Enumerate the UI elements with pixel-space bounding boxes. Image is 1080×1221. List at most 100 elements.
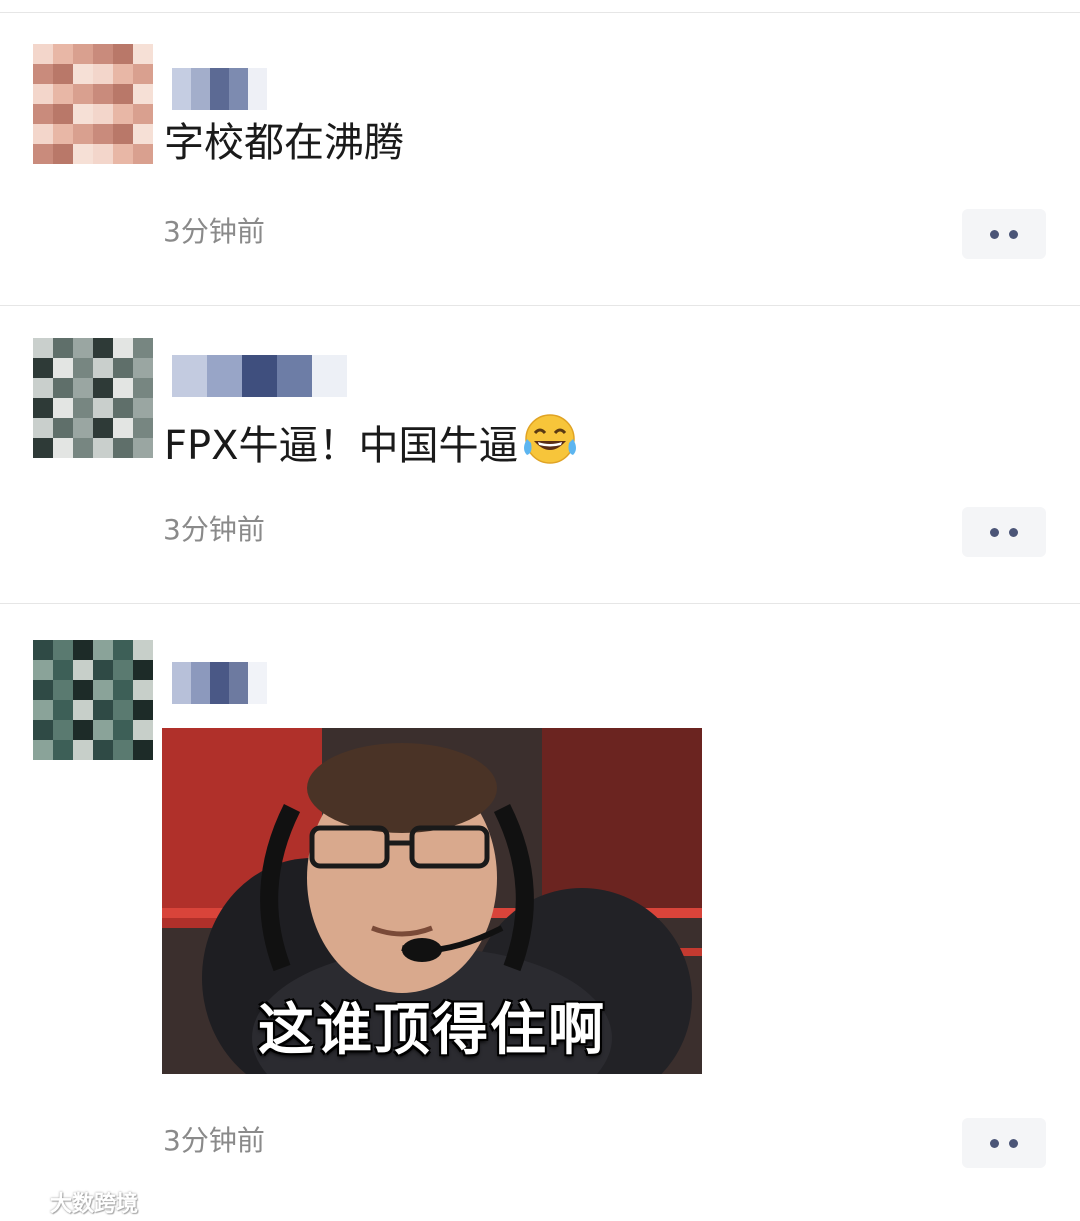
mosaic-cell xyxy=(93,418,113,438)
mosaic-cell xyxy=(93,144,113,164)
dot-icon xyxy=(990,527,999,537)
mosaic-cell xyxy=(210,89,229,110)
more-options-button[interactable] xyxy=(962,507,1046,557)
mosaic-cell xyxy=(133,64,153,84)
mosaic-cell xyxy=(277,376,312,397)
mosaic-cell xyxy=(73,438,93,458)
mosaic-cell xyxy=(172,683,191,704)
mosaic-cell xyxy=(113,144,133,164)
mosaic-cell xyxy=(53,418,73,438)
mosaic-cell xyxy=(207,376,242,397)
username-blurred[interactable] xyxy=(172,355,347,397)
mosaic-cell xyxy=(53,338,73,358)
mosaic-cell xyxy=(248,89,267,110)
mosaic-cell xyxy=(133,358,153,378)
mosaic-cell xyxy=(133,418,153,438)
mosaic-cell xyxy=(133,104,153,124)
more-options-button[interactable] xyxy=(962,209,1046,259)
mosaic-cell xyxy=(73,398,93,418)
mosaic-cell xyxy=(33,700,53,720)
mosaic-cell xyxy=(229,89,248,110)
mosaic-cell xyxy=(73,660,93,680)
meme-image[interactable]: 这谁顶得住啊 xyxy=(162,728,702,1074)
mosaic-cell xyxy=(33,64,53,84)
mosaic-cell xyxy=(53,64,73,84)
mosaic-cell xyxy=(133,640,153,660)
comment-text: FPX牛逼！中国牛逼 xyxy=(164,413,579,477)
mosaic-cell xyxy=(113,680,133,700)
mosaic-cell xyxy=(133,700,153,720)
mosaic-cell xyxy=(33,660,53,680)
mosaic-cell xyxy=(172,662,191,683)
mosaic-cell xyxy=(113,378,133,398)
mosaic-cell xyxy=(73,720,93,740)
mosaic-cell xyxy=(248,68,267,89)
mosaic-cell xyxy=(53,740,73,760)
mosaic-cell xyxy=(133,680,153,700)
mosaic-cell xyxy=(33,358,53,378)
mosaic-cell xyxy=(113,720,133,740)
comment-text: 字校都在沸腾 xyxy=(164,120,404,166)
mosaic-cell xyxy=(133,44,153,64)
mosaic-cell xyxy=(73,338,93,358)
divider xyxy=(0,12,1080,13)
mosaic-cell xyxy=(53,358,73,378)
mosaic-cell xyxy=(33,640,53,660)
timestamp: 3分钟前 xyxy=(163,1124,265,1157)
timestamp: 3分钟前 xyxy=(163,215,265,248)
mosaic-cell xyxy=(312,376,347,397)
more-options-button[interactable] xyxy=(962,1118,1046,1168)
mosaic-cell xyxy=(229,68,248,89)
mosaic-cell xyxy=(73,44,93,64)
mosaic-cell xyxy=(93,720,113,740)
avatar[interactable] xyxy=(33,338,153,458)
mosaic-cell xyxy=(53,640,73,660)
mosaic-cell xyxy=(53,144,73,164)
mosaic-cell xyxy=(33,398,53,418)
username-blurred[interactable] xyxy=(172,68,267,110)
mosaic-cell xyxy=(33,144,53,164)
mosaic-cell xyxy=(191,662,210,683)
mosaic-cell xyxy=(33,338,53,358)
mosaic-cell xyxy=(133,740,153,760)
mosaic-cell xyxy=(53,398,73,418)
avatar[interactable] xyxy=(33,640,153,760)
watermark-logo-icon xyxy=(10,1187,46,1217)
mosaic-cell xyxy=(113,104,133,124)
mosaic-cell xyxy=(312,355,347,376)
mosaic-cell xyxy=(172,355,207,376)
mosaic-cell xyxy=(33,104,53,124)
mosaic-cell xyxy=(113,398,133,418)
mosaic-cell xyxy=(113,640,133,660)
mosaic-cell xyxy=(73,84,93,104)
mosaic-cell xyxy=(191,89,210,110)
avatar[interactable] xyxy=(33,44,153,164)
mosaic-cell xyxy=(33,438,53,458)
mosaic-cell xyxy=(133,338,153,358)
mosaic-cell xyxy=(73,124,93,144)
mosaic-cell xyxy=(113,124,133,144)
mosaic-cell xyxy=(53,700,73,720)
mosaic-cell xyxy=(229,683,248,704)
mosaic-cell xyxy=(93,358,113,378)
mosaic-cell xyxy=(229,662,248,683)
mosaic-cell xyxy=(93,338,113,358)
mosaic-cell xyxy=(73,144,93,164)
mosaic-cell xyxy=(113,64,133,84)
mosaic-cell xyxy=(53,44,73,64)
mosaic-cell xyxy=(73,680,93,700)
mosaic-cell xyxy=(73,640,93,660)
dot-icon xyxy=(1009,1138,1018,1148)
mosaic-cell xyxy=(113,84,133,104)
mosaic-cell xyxy=(242,355,277,376)
mosaic-cell xyxy=(113,700,133,720)
mosaic-cell xyxy=(93,700,113,720)
comment-text-content: FPX牛逼！中国牛逼 xyxy=(164,423,519,469)
meme-caption: 这谁顶得住啊 xyxy=(258,998,606,1063)
mosaic-cell xyxy=(113,358,133,378)
username-blurred[interactable] xyxy=(172,662,267,704)
divider xyxy=(0,603,1080,604)
mosaic-cell xyxy=(133,660,153,680)
mosaic-cell xyxy=(53,660,73,680)
mosaic-cell xyxy=(191,683,210,704)
